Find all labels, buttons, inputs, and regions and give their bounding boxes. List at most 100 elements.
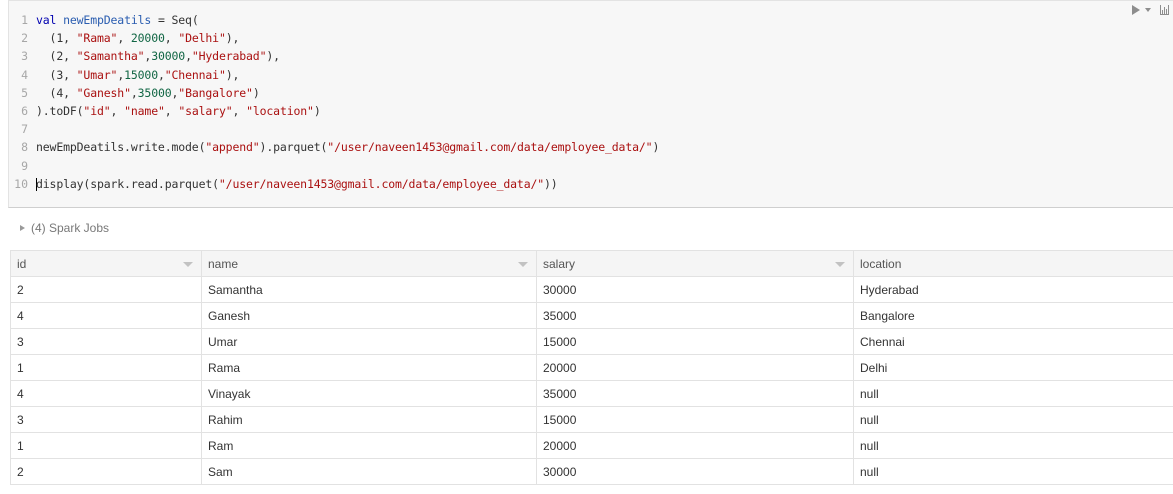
column-header-label: location — [860, 256, 902, 271]
line-number: 3 — [21, 49, 28, 64]
table-row: 3 Rahim 15000 null — [10, 406, 1173, 433]
cell-id: 3 — [10, 406, 202, 433]
cell-id: 1 — [10, 432, 202, 459]
column-header-id[interactable]: id — [10, 250, 202, 277]
code-editor[interactable]: 1 val newEmpDeatils = Seq( 2 (1, "Rama",… — [9, 11, 659, 193]
code-line: 9 — [9, 157, 659, 175]
column-header-label: name — [208, 256, 239, 271]
string: "Ganesh" — [76, 85, 131, 100]
column-header-label: salary — [543, 256, 576, 271]
table-row: 2 Samantha 30000 Hyderabad — [10, 276, 1173, 303]
line-number: 9 — [21, 158, 28, 173]
cell-id: 3 — [10, 328, 202, 355]
code-line: 4 (3, "Umar",15000,"Chennai"), — [9, 66, 659, 84]
cell-location: Delhi — [853, 354, 1173, 381]
column-header-salary[interactable]: salary — [536, 250, 854, 277]
code-text: ), — [225, 31, 240, 46]
sort-down-icon[interactable] — [518, 262, 528, 267]
code-text: display(spark.read.parquet( — [36, 176, 219, 191]
string: "salary" — [178, 104, 233, 119]
code-text: ) — [652, 140, 660, 155]
code-line: 3 (2, "Samantha",30000,"Hyderabad"), — [9, 47, 659, 65]
code-text: , — [130, 85, 138, 100]
cell-id: 1 — [10, 354, 202, 381]
cell-salary: 30000 — [536, 458, 854, 485]
string: "Umar" — [76, 67, 118, 82]
code-text: ), — [225, 67, 240, 82]
cell-salary: 15000 — [536, 406, 854, 433]
cell-salary: 35000 — [536, 302, 854, 329]
string: "Samantha" — [76, 49, 145, 64]
cell-toolbar — [1132, 5, 1169, 15]
string: "id" — [83, 104, 111, 119]
line-number: 10 — [14, 176, 28, 191]
table-row: 1 Rama 20000 Delhi — [10, 354, 1173, 381]
table-row: 2 Sam 30000 null — [10, 458, 1173, 485]
cell-name: Umar — [201, 328, 537, 355]
code-text: ) — [313, 104, 321, 119]
cell-location: null — [853, 406, 1173, 433]
cell-location: null — [853, 432, 1173, 459]
code-text: ).parquet( — [259, 140, 328, 155]
code-text: )) — [544, 176, 558, 191]
code-text: ) — [252, 85, 260, 100]
code-text: (4, — [36, 85, 77, 100]
string: "Hyderabad" — [191, 49, 267, 64]
table-header-row: id name salary location — [10, 250, 1173, 277]
sort-down-icon[interactable] — [835, 262, 845, 267]
code-line: 6 ).toDF("id", "name", "salary", "locati… — [9, 102, 659, 120]
code-line: 2 (1, "Rama", 20000, "Delhi"), — [9, 29, 659, 47]
run-menu-chevron-down-icon[interactable] — [1145, 8, 1151, 12]
results-table: id name salary location 2 Samantha 30000… — [10, 250, 1173, 485]
string: "append" — [205, 140, 260, 155]
column-header-name[interactable]: name — [201, 250, 537, 277]
code-line: 5 (4, "Ganesh",35000,"Bangalore") — [9, 84, 659, 102]
number: 20000 — [130, 31, 165, 46]
code-line: 8 newEmpDeatils.write.mode("append").par… — [9, 138, 659, 156]
code-text: , — [117, 31, 131, 46]
code-text: ), — [266, 49, 280, 64]
code-text: (2, — [36, 49, 77, 64]
code-text: , — [164, 31, 179, 46]
run-icon[interactable] — [1132, 5, 1140, 15]
code-text: , — [164, 104, 179, 119]
cell-name: Rama — [201, 354, 537, 381]
code-text: , — [185, 49, 192, 64]
cell-id: 2 — [10, 458, 202, 485]
keyword: val — [36, 13, 57, 28]
line-number: 1 — [21, 13, 28, 28]
spark-jobs-toggle[interactable]: (4) Spark Jobs — [20, 221, 109, 235]
code-cell[interactable]: 1 val newEmpDeatils = Seq( 2 (1, "Rama",… — [8, 0, 1173, 208]
string: "/user/naveen1453@gmail.com/data/employe… — [218, 176, 545, 191]
code-line: 10 display(spark.read.parquet("/user/nav… — [9, 175, 659, 193]
code-text: newEmpDeatils.write.mode( — [36, 140, 206, 155]
cell-location: Chennai — [853, 328, 1173, 355]
cell-location: Hyderabad — [853, 276, 1173, 303]
cell-name: Rahim — [201, 406, 537, 433]
line-number: 8 — [21, 140, 28, 155]
cell-location: null — [853, 458, 1173, 485]
cell-salary: 30000 — [536, 276, 854, 303]
cell-name: Ganesh — [201, 302, 537, 329]
cell-location: Bangalore — [853, 302, 1173, 329]
cell-id: 4 — [10, 380, 202, 407]
line-number: 4 — [21, 67, 28, 82]
code-line: 7 — [9, 120, 659, 138]
triangle-right-icon — [20, 225, 25, 231]
variable: newEmpDeatils — [63, 13, 152, 28]
code-text: (1, — [36, 31, 77, 46]
code-text: , — [232, 104, 247, 119]
column-header-location[interactable]: location — [853, 250, 1173, 277]
cell-name: Samantha — [201, 276, 537, 303]
chart-icon[interactable] — [1160, 5, 1169, 15]
cell-salary: 35000 — [536, 380, 854, 407]
cell-salary: 15000 — [536, 328, 854, 355]
cell-location: null — [853, 380, 1173, 407]
sort-down-icon[interactable] — [183, 262, 193, 267]
line-number: 6 — [21, 104, 28, 119]
string: "Chennai" — [164, 67, 226, 82]
string: "Delhi" — [178, 31, 226, 46]
code-text: (3, — [36, 67, 77, 82]
table-row: 1 Ram 20000 null — [10, 432, 1173, 459]
string: "Rama" — [76, 31, 118, 46]
